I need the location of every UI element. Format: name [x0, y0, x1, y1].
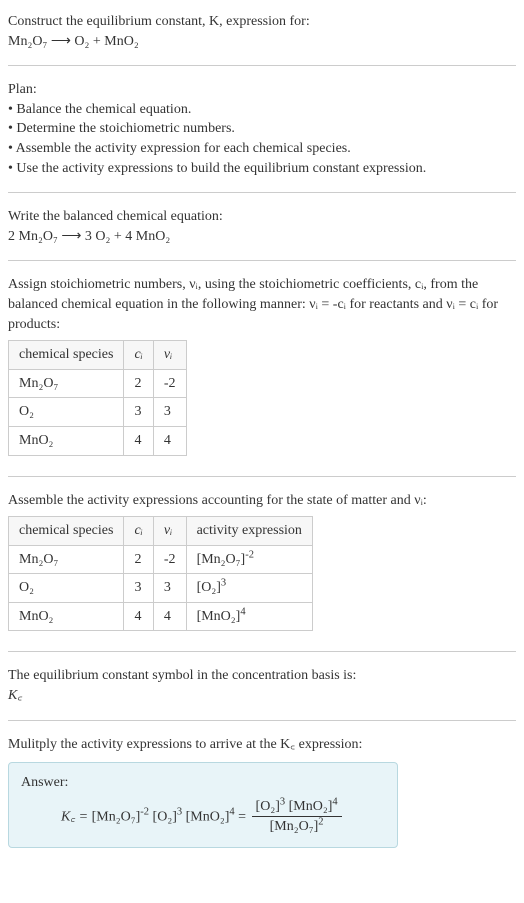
term1-base: [Mn₂O₇]	[92, 809, 141, 824]
answer-label: Answer:	[21, 773, 385, 793]
table-row: O₂ 3 3	[9, 398, 187, 427]
cell-expr: [Mn₂O₇]-2	[186, 545, 312, 574]
cell-expr: [MnO₂]4	[186, 602, 312, 631]
col-ci: cᵢ	[124, 517, 153, 546]
cell-v: -2	[153, 545, 186, 574]
cell-species: O₂	[9, 574, 124, 603]
table-row: Mn₂O₇ 2 -2 [Mn₂O₇]-2	[9, 545, 313, 574]
cell-v: 3	[153, 574, 186, 603]
stoich-section: Assign stoichiometric numbers, νᵢ, using…	[8, 271, 516, 465]
cell-v: 4	[153, 426, 186, 455]
col-ci: cᵢ	[124, 341, 153, 370]
divider	[8, 720, 516, 721]
den-base: [Mn₂O₇]	[270, 819, 319, 834]
expr-base: [Mn₂O₇]	[197, 552, 246, 567]
divider	[8, 65, 516, 66]
fraction-denominator: [Mn₂O₇]2	[252, 817, 342, 837]
problem-header: Construct the equilibrium constant, K, e…	[8, 8, 516, 55]
expr-pow: 4	[240, 606, 245, 617]
num1-pow: 3	[280, 796, 285, 807]
cell-c: 4	[124, 426, 153, 455]
cell-c: 2	[124, 369, 153, 398]
table-header-row: chemical species cᵢ νᵢ	[9, 341, 187, 370]
expr-pow: 3	[221, 578, 226, 589]
symbol-kc: K꜀	[8, 686, 516, 706]
cell-expr: [O₂]3	[186, 574, 312, 603]
plan-item: • Balance the chemical equation.	[8, 100, 516, 120]
table-row: MnO₂ 4 4 [MnO₂]4	[9, 602, 313, 631]
symbol-line: The equilibrium constant symbol in the c…	[8, 666, 516, 686]
divider	[8, 192, 516, 193]
balanced-equation: 2 Mn₂O₇ ⟶ 3 O₂ + 4 MnO₂	[8, 227, 516, 247]
plan-item: • Determine the stoichiometric numbers.	[8, 119, 516, 139]
answer-fraction: [O₂]3 [MnO₂]4 [Mn₂O₇]2	[252, 797, 342, 837]
table-row: O₂ 3 3 [O₂]3	[9, 574, 313, 603]
activity-table: chemical species cᵢ νᵢ activity expressi…	[8, 516, 313, 631]
cell-c: 3	[124, 574, 153, 603]
num2-base: [MnO₂]	[289, 799, 333, 814]
cell-c: 3	[124, 398, 153, 427]
table-header-row: chemical species cᵢ νᵢ activity expressi…	[9, 517, 313, 546]
term2-base: [O₂]	[153, 809, 177, 824]
symbol-section: The equilibrium constant symbol in the c…	[8, 662, 516, 709]
cell-v: -2	[153, 369, 186, 398]
expr-pow: -2	[245, 549, 254, 560]
multiply-section: Mulitply the activity expressions to arr…	[8, 731, 516, 860]
divider	[8, 651, 516, 652]
num2-pow: 4	[332, 796, 337, 807]
col-vi: νᵢ	[153, 517, 186, 546]
term1-pow: -2	[140, 807, 149, 818]
divider	[8, 476, 516, 477]
fraction-numerator: [O₂]3 [MnO₂]4	[252, 797, 342, 818]
answer-eq: =	[235, 809, 250, 824]
cell-species: Mn₂O₇	[9, 545, 124, 574]
divider	[8, 260, 516, 261]
answer-expression: K꜀ = [Mn₂O₇]-2 [O₂]3 [MnO₂]4 = [O₂]3 [Mn…	[21, 797, 385, 837]
cell-c: 4	[124, 602, 153, 631]
activity-intro: Assemble the activity expressions accoun…	[8, 491, 516, 511]
expr-base: [MnO₂]	[197, 609, 241, 624]
plan-section: Plan: • Balance the chemical equation. •…	[8, 76, 516, 182]
term3-base: [MnO₂]	[186, 809, 230, 824]
table-row: MnO₂ 4 4	[9, 426, 187, 455]
cell-v: 3	[153, 398, 186, 427]
expr-base: [O₂]	[197, 580, 221, 595]
num1-base: [O₂]	[256, 799, 280, 814]
activity-section: Assemble the activity expressions accoun…	[8, 487, 516, 642]
multiply-line: Mulitply the activity expressions to arr…	[8, 735, 516, 755]
plan-item: • Use the activity expressions to build …	[8, 159, 516, 179]
stoich-intro: Assign stoichiometric numbers, νᵢ, using…	[8, 275, 516, 334]
cell-species: MnO₂	[9, 426, 124, 455]
col-species: chemical species	[9, 517, 124, 546]
balanced-title: Write the balanced chemical equation:	[8, 207, 516, 227]
cell-species: Mn₂O₇	[9, 369, 124, 398]
col-activity: activity expression	[186, 517, 312, 546]
cell-c: 2	[124, 545, 153, 574]
plan-title: Plan:	[8, 80, 516, 100]
term2-pow: 3	[177, 807, 182, 818]
col-vi: νᵢ	[153, 341, 186, 370]
plan-item: • Assemble the activity expression for e…	[8, 139, 516, 159]
header-line1: Construct the equilibrium constant, K, e…	[8, 12, 516, 32]
table-row: Mn₂O₇ 2 -2	[9, 369, 187, 398]
balanced-section: Write the balanced chemical equation: 2 …	[8, 203, 516, 250]
header-equation: Mn₂O₇ ⟶ O₂ + MnO₂	[8, 32, 516, 52]
answer-lhs: K꜀ =	[61, 809, 92, 824]
den-pow: 2	[318, 817, 323, 828]
answer-box: Answer: K꜀ = [Mn₂O₇]-2 [O₂]3 [MnO₂]4 = […	[8, 762, 398, 848]
cell-v: 4	[153, 602, 186, 631]
stoich-table: chemical species cᵢ νᵢ Mn₂O₇ 2 -2 O₂ 3 3…	[8, 340, 187, 455]
cell-species: MnO₂	[9, 602, 124, 631]
cell-species: O₂	[9, 398, 124, 427]
col-species: chemical species	[9, 341, 124, 370]
header-text: Construct the equilibrium constant, K, e…	[8, 14, 310, 29]
